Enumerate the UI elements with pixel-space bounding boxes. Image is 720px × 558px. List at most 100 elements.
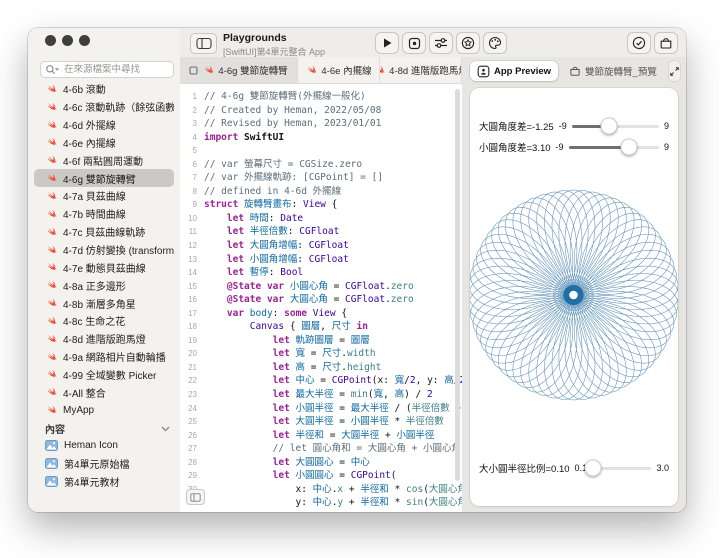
palette-button[interactable]: [483, 32, 507, 54]
traffic-light-zoom[interactable]: [78, 34, 90, 46]
sidebar-item[interactable]: MyApp: [34, 401, 174, 419]
sidebar-item[interactable]: 第4單元教材: [34, 473, 174, 491]
project-box-button[interactable]: [654, 32, 678, 54]
sidebar-item-label: 4-9a 網路相片自動輪播: [63, 353, 166, 365]
sidebar-item-label: Heman Icon: [64, 440, 118, 452]
slider-max-label: 3.0: [656, 463, 669, 473]
code-line: 5: [180, 144, 462, 158]
sidebar-item[interactable]: 4-All 整合: [34, 383, 174, 401]
swift-icon: [307, 65, 317, 73]
sidebar-item[interactable]: 4-6f 兩點圓周運動: [34, 151, 174, 169]
sidebar-item[interactable]: 4-6b 滾動: [34, 80, 174, 98]
code-editor[interactable]: 1// 4-6g 雙節旋轉臂(外擺線一般化) 2// Created by Hem…: [180, 84, 462, 512]
code-line: 30 x: 中心.x + 半徑和 * cos(大圓心角),: [180, 483, 462, 497]
sidebar-item[interactable]: 4-7e 動態貝茲曲線: [34, 258, 174, 276]
swift-icon: [47, 138, 57, 146]
app-preview-tab[interactable]: App Preview: [470, 61, 559, 81]
stop-preview-button[interactable]: [402, 32, 426, 54]
panel-toggle-icon: [190, 492, 201, 502]
line-number: 27: [188, 444, 197, 454]
line-number: 13: [188, 254, 197, 264]
sidebar-item[interactable]: Heman Icon: [34, 437, 174, 455]
sidebar-item-label: 4-8d 進階版跑馬燈: [63, 335, 146, 347]
star-button[interactable]: [456, 32, 480, 54]
slider-thumb[interactable]: [600, 117, 618, 135]
code-line: 10 let 時間: Date: [180, 212, 462, 226]
chevron-down-icon: [161, 425, 170, 432]
swift-icon: [47, 173, 57, 182]
code-line: 12 let 大圓角增幅: CGFloat: [180, 239, 462, 253]
line-number: 5: [192, 146, 197, 156]
slider-label: 大圓角度差=-1.25: [479, 122, 554, 133]
code-line: 28 let 大圓圓心 = 中心: [180, 456, 462, 470]
editor-tab[interactable]: 4-6e 內擺線: [298, 57, 380, 83]
editor-tab[interactable]: 4-8d 進階版跑馬燈: [380, 57, 462, 83]
code-line: 19 let 軌跡圖層 = 圖層: [180, 334, 462, 348]
content-section-header[interactable]: 內容: [45, 419, 170, 437]
sidebar-item[interactable]: 4-6g 雙節旋轉臂: [34, 169, 174, 188]
sidebar-item-label: 4-99 全域變數 Picker: [63, 370, 157, 382]
sidebar-item[interactable]: 4-99 全域變數 Picker: [34, 366, 174, 384]
code-line: 24 let 小圓半徑 = 最大半徑 / (半徑倍數 + 2): [180, 402, 462, 416]
editor-scrollbar[interactable]: [455, 89, 460, 481]
sidebar-item[interactable]: 4-7a 貝茲曲線: [34, 187, 174, 205]
code-line: 18 Canvas { 圖層, 尺寸 in: [180, 320, 462, 334]
sidebar-item[interactable]: 4-8a 正多邊形: [34, 276, 174, 294]
code-lines: 1// 4-6g 雙節旋轉臂(外擺線一般化) 2// Created by Hem…: [180, 90, 462, 510]
sidebar-item[interactable]: 4-7b 時間曲線: [34, 205, 174, 223]
swift-icon: [47, 388, 57, 396]
editor-tab[interactable]: 4-6g 雙節旋轉臂: [180, 57, 298, 83]
code-line: 14 let 暫停: Bool: [180, 266, 462, 280]
preview-file-tab[interactable]: 雙節旋轉臂_預覽: [562, 61, 664, 81]
swift-icon: [47, 281, 57, 289]
stop-icon: [408, 37, 421, 50]
expand-preview-button[interactable]: [667, 60, 681, 82]
sidebar-toggle-button[interactable]: [190, 33, 217, 54]
preview-tab-bar: App Preview 雙節旋轉臂_預覽: [470, 60, 681, 82]
line-number: 10: [188, 213, 197, 223]
swift-icon: [47, 245, 57, 253]
sidebar-item[interactable]: 4-8b 漸層多角星: [34, 294, 174, 312]
slider-track[interactable]: [584, 459, 652, 477]
editor-panel-toggle-button[interactable]: [186, 489, 205, 505]
code-line: 22 let 中心 = CGPoint(x: 寬/2, y: 高/2): [180, 374, 462, 388]
line-number: 16: [188, 295, 197, 305]
box-icon: [569, 65, 581, 77]
line-number: 1: [192, 92, 197, 101]
traffic-light-close[interactable]: [44, 34, 56, 46]
palette-icon: [488, 36, 502, 50]
sidebar-item[interactable]: 4-8c 生命之花: [34, 312, 174, 330]
traffic-light-minimize[interactable]: [61, 34, 73, 46]
search-icon: [45, 64, 59, 76]
slider-track[interactable]: [571, 117, 659, 135]
sidebar-item[interactable]: 第4單元原始檔: [34, 455, 174, 473]
screen: 4-6b 滾動4-6c 滾動軌跡（餘弦函數）4-6d 外擺線4-6e 內擺線4-…: [0, 0, 720, 558]
sidebar-item[interactable]: 4-6e 內擺線: [34, 134, 174, 152]
slider-thumb[interactable]: [584, 459, 602, 477]
sidebar-item[interactable]: 4-9a 網路相片自動輪播: [34, 348, 174, 366]
app-subtitle: [SwiftUI]第4單元整合 App: [223, 46, 326, 57]
swift-icon: [380, 65, 385, 73]
sidebar-search[interactable]: [40, 61, 174, 78]
slider-min-label: -9: [555, 142, 564, 152]
sidebar-item[interactable]: 4-7c 貝茲曲線軌跡: [34, 223, 174, 241]
slider-thumb[interactable]: [620, 138, 638, 156]
sidebar-item[interactable]: 4-8d 進階版跑馬燈: [34, 330, 174, 348]
line-number: 9: [192, 200, 197, 210]
code-line: 23 let 最大半徑 = min(寬, 高) / 2: [180, 388, 462, 402]
slider-track[interactable]: [568, 138, 659, 156]
adjustments-button[interactable]: [429, 32, 453, 54]
sidebar-item[interactable]: 4-6d 外擺線: [34, 116, 174, 134]
sliders-icon: [434, 37, 448, 49]
sidebar-item[interactable]: 4-7d 仿射變換 (transform): [34, 241, 174, 259]
search-input[interactable]: [62, 63, 169, 76]
code-line: 15 @State var 小圓心角 = CGFloat. zero: [180, 280, 462, 294]
preview-pane: App Preview 雙節旋轉臂_預覽 大圓角度差=-1.25 -9 9 小圓…: [462, 57, 686, 512]
validate-button[interactable]: [627, 32, 651, 54]
sidebar-item-label: 4-All 整合: [63, 388, 106, 400]
run-button[interactable]: [375, 32, 399, 54]
sidebar-item[interactable]: 4-6c 滾動軌跡（餘弦函數）: [34, 98, 174, 116]
line-number: 17: [188, 308, 197, 318]
swift-icon: [47, 209, 57, 217]
swift-icon: [47, 370, 57, 378]
